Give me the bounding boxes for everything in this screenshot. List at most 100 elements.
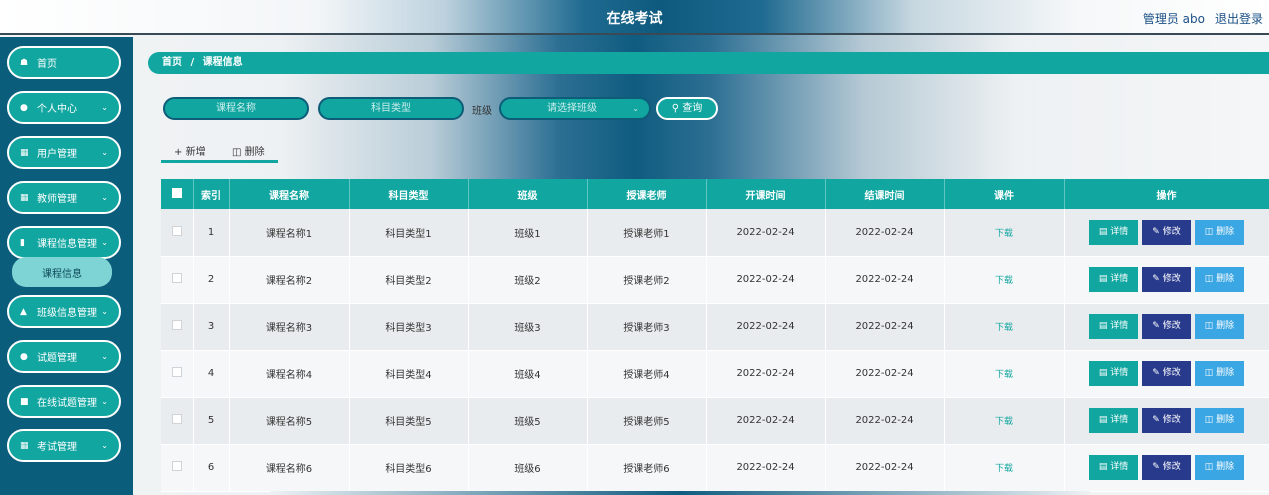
edit-button-label: 修改 — [1162, 226, 1181, 237]
sidebar-item-label: 个人中心 — [37, 104, 77, 115]
bottom-divider — [270, 491, 1090, 495]
breadcrumb: 首页 / 课程信息 — [148, 52, 1269, 74]
add-button-label: 新增 — [185, 147, 206, 158]
row-checkbox[interactable] — [171, 320, 182, 330]
row-select-cell[interactable] — [161, 303, 194, 351]
start-time-cell: 2022-02-24 — [706, 209, 826, 257]
class-select[interactable]: 请选择班级 ⌄ — [499, 97, 651, 120]
delete-button[interactable]: ◫ 删除 — [1194, 219, 1245, 245]
detail-button-label: 详情 — [1110, 321, 1129, 331]
courseware-cell: 下载 — [944, 303, 1065, 351]
row-select-cell[interactable] — [161, 397, 194, 445]
edit-button-label: 修改 — [1162, 462, 1181, 472]
subject-type-cell: 科目类型4 — [349, 350, 469, 398]
trash-icon: ◫ — [232, 147, 242, 158]
detail-button[interactable]: ▤ 详情 — [1088, 408, 1139, 433]
subject-type-cell: 科目类型5 — [349, 397, 469, 445]
column-header: 课程名称 — [229, 179, 350, 209]
current-user: 管理员 abo — [1142, 12, 1205, 26]
add-button[interactable]: + 新增 — [174, 143, 206, 158]
detail-button[interactable]: ▤ 详情 — [1088, 361, 1139, 386]
edit-button[interactable]: ✎ 修改 — [1142, 408, 1191, 433]
class-cell: 班级2 — [468, 256, 588, 304]
detail-button[interactable]: ▤ 详情 — [1088, 219, 1139, 245]
index-cell: 3 — [193, 303, 230, 351]
teacher-cell: 授课老师3 — [587, 303, 707, 351]
row-checkbox[interactable] — [171, 414, 182, 424]
chevron-down-icon: ⌄ — [101, 307, 108, 316]
course-name-cell: 课程名称6 — [229, 444, 350, 492]
delete-button-label: 删除 — [1216, 226, 1235, 237]
start-time-cell: 2022-02-24 — [706, 444, 826, 492]
download-link[interactable]: 下载 — [995, 370, 1013, 380]
edit-button[interactable]: ✎ 修改 — [1142, 361, 1191, 386]
sidebar-item-question-management[interactable]: ● 试题管理 ⌄ — [7, 340, 121, 373]
operation-cell: ▤ 详情 ✎ 修改 ◫ 删除 — [1064, 444, 1269, 492]
row-checkbox[interactable] — [171, 461, 182, 471]
row-select-cell[interactable] — [161, 256, 194, 304]
courseware-cell: 下载 — [944, 256, 1065, 304]
subject-type-cell: 科目类型2 — [349, 256, 469, 304]
edit-button[interactable]: ✎ 修改 — [1142, 267, 1191, 292]
row-select-cell[interactable] — [161, 350, 194, 398]
chevron-down-icon: ⌄ — [101, 441, 108, 450]
sidebar-item-label: 在线试题管理 — [37, 398, 97, 409]
sidebar-item-course-management[interactable]: ▮ 课程信息管理 ⌄ — [7, 226, 121, 259]
download-link[interactable]: 下载 — [995, 417, 1013, 427]
sidebar-subitem-course-info[interactable]: 课程信息 — [12, 257, 112, 287]
subject-type-input[interactable] — [318, 97, 464, 120]
table-row: 1 课程名称1 科目类型1 班级1 授课老师1 2022-02-24 2022-02-24 下… — [161, 209, 1269, 257]
column-header: 授课老师 — [587, 179, 707, 209]
subject-type-cell: 科目类型1 — [349, 209, 469, 257]
index-cell: 6 — [193, 444, 230, 492]
delete-button-label: 删除 — [1216, 368, 1235, 378]
detail-button-label: 详情 — [1110, 274, 1129, 284]
row-select-cell[interactable] — [161, 444, 194, 492]
row-select-cell[interactable] — [161, 209, 194, 257]
sidebar-item-user-management[interactable]: ▦ 用户管理 ⌄ — [7, 136, 121, 169]
course-name-cell: 课程名称2 — [229, 256, 350, 304]
edit-button[interactable]: ✎ 修改 — [1142, 455, 1191, 480]
query-button[interactable]: ⚲ 查询 — [656, 97, 718, 120]
detail-button[interactable]: ▤ 详情 — [1088, 267, 1139, 292]
sidebar-item-personal-center[interactable]: ● 个人中心 ⌄ — [7, 91, 121, 124]
sidebar-item-online-question-management[interactable]: ■ 在线试题管理 ⌄ — [7, 385, 121, 418]
download-link[interactable]: 下载 — [995, 464, 1013, 474]
row-checkbox[interactable] — [171, 367, 182, 377]
action-underline — [161, 160, 278, 163]
detail-button[interactable]: ▤ 详情 — [1088, 314, 1139, 339]
delete-button[interactable]: ◫ 删除 — [1194, 267, 1245, 292]
teacher-cell: 授课老师4 — [587, 350, 707, 398]
column-header: 开课时间 — [706, 179, 826, 209]
select-all-cell[interactable] — [161, 179, 194, 209]
batch-delete-button[interactable]: ◫ 删除 — [232, 143, 265, 158]
delete-button[interactable]: ◫ 删除 — [1194, 314, 1245, 339]
course-name-cell: 课程名称1 — [229, 209, 350, 257]
download-link[interactable]: 下载 — [995, 229, 1013, 239]
sidebar-item-home[interactable]: ☗ 首页 — [7, 46, 121, 79]
column-header: 结课时间 — [825, 179, 945, 209]
delete-button[interactable]: ◫ 删除 — [1194, 408, 1245, 433]
breadcrumb-home[interactable]: 首页 — [162, 57, 182, 68]
table-row: 4 课程名称4 科目类型4 班级4 授课老师4 2022-02-24 2022-02-24 下… — [161, 350, 1269, 398]
download-link[interactable]: 下载 — [995, 276, 1013, 286]
detail-button[interactable]: ▤ 详情 — [1088, 455, 1139, 480]
index-cell: 1 — [193, 209, 230, 257]
edit-button[interactable]: ✎ 修改 — [1142, 314, 1191, 339]
course-name-cell: 课程名称4 — [229, 350, 350, 398]
class-select-placeholder: 请选择班级 — [547, 103, 597, 114]
delete-button[interactable]: ◫ 删除 — [1194, 455, 1245, 480]
delete-button[interactable]: ◫ 删除 — [1194, 361, 1245, 386]
download-link[interactable]: 下载 — [995, 323, 1013, 333]
course-name-input[interactable] — [163, 97, 309, 120]
sidebar-item-teacher-management[interactable]: ▦ 教师管理 ⌄ — [7, 181, 121, 214]
edit-button[interactable]: ✎ 修改 — [1142, 219, 1191, 245]
select-all-checkbox[interactable] — [171, 187, 182, 198]
subject-type-cell: 科目类型3 — [349, 303, 469, 351]
sidebar-item-class-management[interactable]: ▲ 班级信息管理 ⌄ — [7, 295, 121, 328]
teacher-cell: 授课老师2 — [587, 256, 707, 304]
sidebar-item-exam-management[interactable]: ▦ 考试管理 ⌄ — [7, 429, 121, 462]
logout-link[interactable]: 退出登录 — [1215, 10, 1263, 27]
row-checkbox[interactable] — [171, 273, 182, 283]
row-checkbox[interactable] — [171, 225, 182, 236]
